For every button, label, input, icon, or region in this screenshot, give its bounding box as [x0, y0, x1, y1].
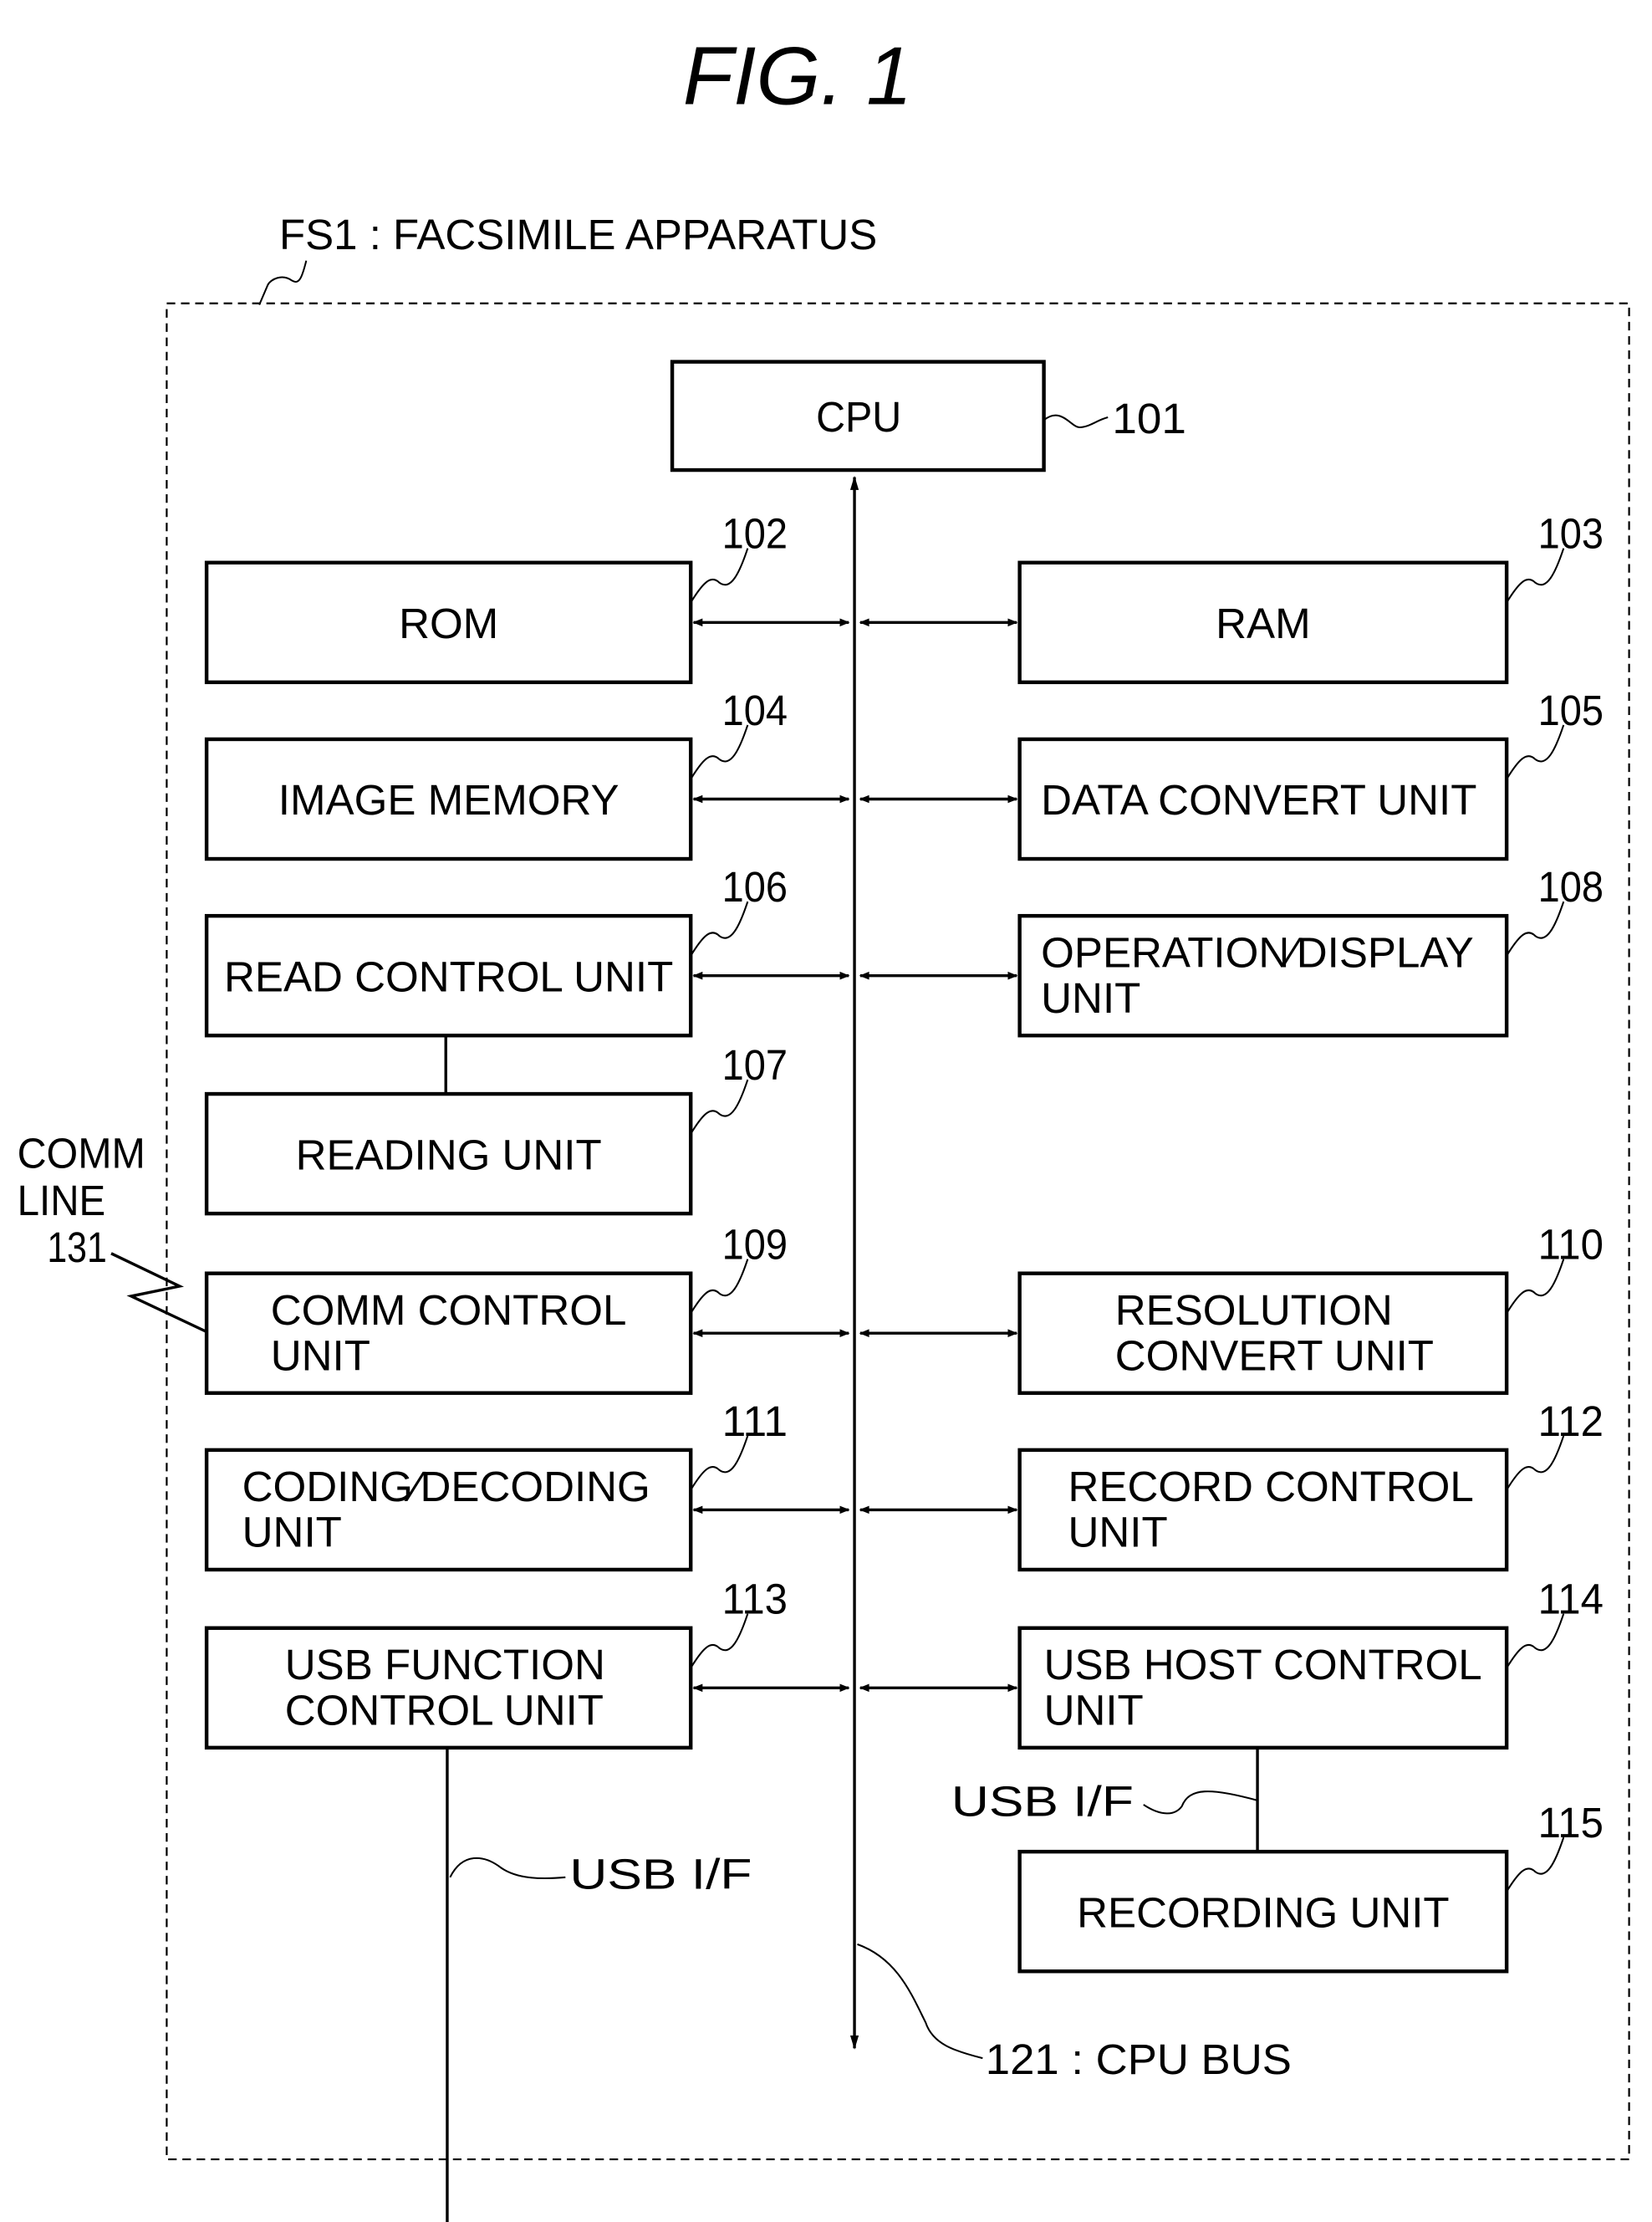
image-memory-ref: 104 [722, 687, 788, 734]
comm-line-group: COMM LINE 131 [18, 1130, 207, 1334]
figure-title: FIG. 1 [683, 29, 912, 121]
resolution-convert-unit-label-line-1: RESOLUTION [1115, 1286, 1393, 1334]
comm-line-label-2: LINE [18, 1177, 106, 1224]
ram-block: RAM 103 [859, 510, 1604, 685]
resolution-convert-unit-ref: 110 [1538, 1221, 1604, 1269]
resolution-convert-unit-block: RESOLUTIONCONVERT UNIT 110 [859, 1221, 1604, 1395]
rom-label-line-1: ROM [399, 600, 498, 647]
comm-line-zigzag-icon [110, 1252, 207, 1334]
data-convert-unit-label-line-1: DATA CONVERT UNIT [1041, 776, 1476, 824]
apparatus-leader [258, 260, 308, 305]
usb-host-control-unit-label-line-2: UNIT [1044, 1687, 1144, 1734]
comm-control-unit-label-line-2: UNIT [271, 1331, 370, 1379]
rom-block: ROM 102 [204, 510, 850, 685]
cpu-bus-label: 121 : CPU BUS [986, 2036, 1292, 2083]
coding-decoding-unit-label-line-2: UNIT [242, 1509, 342, 1556]
apparatus-label: FS1 : FACSIMILE APPARATUS [279, 211, 877, 258]
coding-decoding-unit-label-line-1: CODING∕DECODING [242, 1463, 650, 1510]
record-control-unit-ref: 112 [1538, 1397, 1604, 1445]
operation-display-unit-ref: 108 [1538, 863, 1604, 911]
cpu-bus-leader [857, 1943, 983, 2060]
image-memory-label-line-1: IMAGE MEMORY [278, 776, 620, 824]
operation-display-unit-label-line-2: UNIT [1041, 974, 1140, 1022]
comm-line-label-1: COMM [18, 1130, 145, 1177]
recording-unit-ref: 115 [1538, 1799, 1604, 1847]
usb-host-control-unit-ref: 114 [1538, 1576, 1604, 1623]
cpu-label: CPU [816, 393, 901, 441]
comm-line-ref: 131 [47, 1223, 107, 1271]
image-memory-block: IMAGE MEMORY 104 [204, 687, 850, 861]
comm-control-unit-block: COMM CONTROLUNIT 109 [204, 1221, 850, 1395]
usb-if-right-label: USB I/F [951, 1778, 1134, 1826]
resolution-convert-unit-label-line-2: CONVERT UNIT [1115, 1331, 1434, 1379]
data-convert-unit-ref: 105 [1538, 687, 1604, 734]
read-control-unit-block: READ CONTROL UNIT 106 [204, 863, 850, 1038]
usb-function-control-unit-label-line-2: CONTROL UNIT [285, 1687, 604, 1734]
usb-host-control-unit-block: USB HOST CONTROLUNIT 114 [859, 1576, 1604, 1750]
coding-decoding-unit-ref: 111 [722, 1397, 788, 1445]
usb-host-control-unit-label-line-1: USB HOST CONTROL [1044, 1641, 1482, 1688]
coding-decoding-unit-block: CODING∕DECODINGUNIT 111 [204, 1397, 850, 1572]
data-convert-unit-block: DATA CONVERT UNIT 105 [859, 687, 1604, 861]
usb-if-right-leader [1143, 1790, 1258, 1815]
ram-label-line-1: RAM [1216, 600, 1311, 647]
usb-function-control-unit-block: USB FUNCTIONCONTROL UNIT 113 [204, 1576, 850, 1750]
cpu-ref: 101 [1112, 395, 1186, 442]
usb-if-left-label: USB I/F [569, 1850, 752, 1898]
recording-unit-label-line-1: RECORDING UNIT [1077, 1888, 1450, 1936]
record-control-unit-block: RECORD CONTROLUNIT 112 [859, 1397, 1604, 1572]
record-control-unit-label-line-1: RECORD CONTROL [1068, 1463, 1474, 1510]
record-control-unit-label-line-2: UNIT [1068, 1509, 1168, 1556]
comm-control-unit-ref: 109 [722, 1221, 788, 1269]
comm-control-unit-label-line-1: COMM CONTROL [271, 1286, 627, 1334]
operation-display-unit-label-line-1: OPERATION∕DISPLAY [1041, 928, 1474, 976]
ram-ref: 103 [1538, 510, 1604, 558]
usb-function-control-unit-label-line-1: USB FUNCTION [285, 1641, 605, 1688]
read-control-unit-label-line-1: READ CONTROL UNIT [224, 953, 673, 1000]
rom-ref: 102 [722, 510, 788, 558]
operation-display-unit-block: OPERATION∕DISPLAYUNIT 108 [859, 863, 1604, 1038]
reading-unit-ref: 107 [722, 1041, 788, 1089]
functional-blocks: ROM 102 RAM 103 IMAGE MEMORY 104 DATA CONVERT … [204, 510, 1604, 1974]
reading-unit-label-line-1: READING UNIT [296, 1131, 602, 1178]
cpu-block: CPU 101 [670, 360, 1186, 472]
block-diagram: FIG. 1 FS1 : FACSIMILE APPARATUS CPU 101… [18, 29, 1630, 2222]
usb-if-left-leader [449, 1857, 566, 1880]
usb-function-control-unit-ref: 113 [722, 1576, 788, 1623]
reading-unit-block: READING UNIT 107 [204, 1041, 788, 1216]
read-control-unit-ref: 106 [722, 863, 788, 911]
